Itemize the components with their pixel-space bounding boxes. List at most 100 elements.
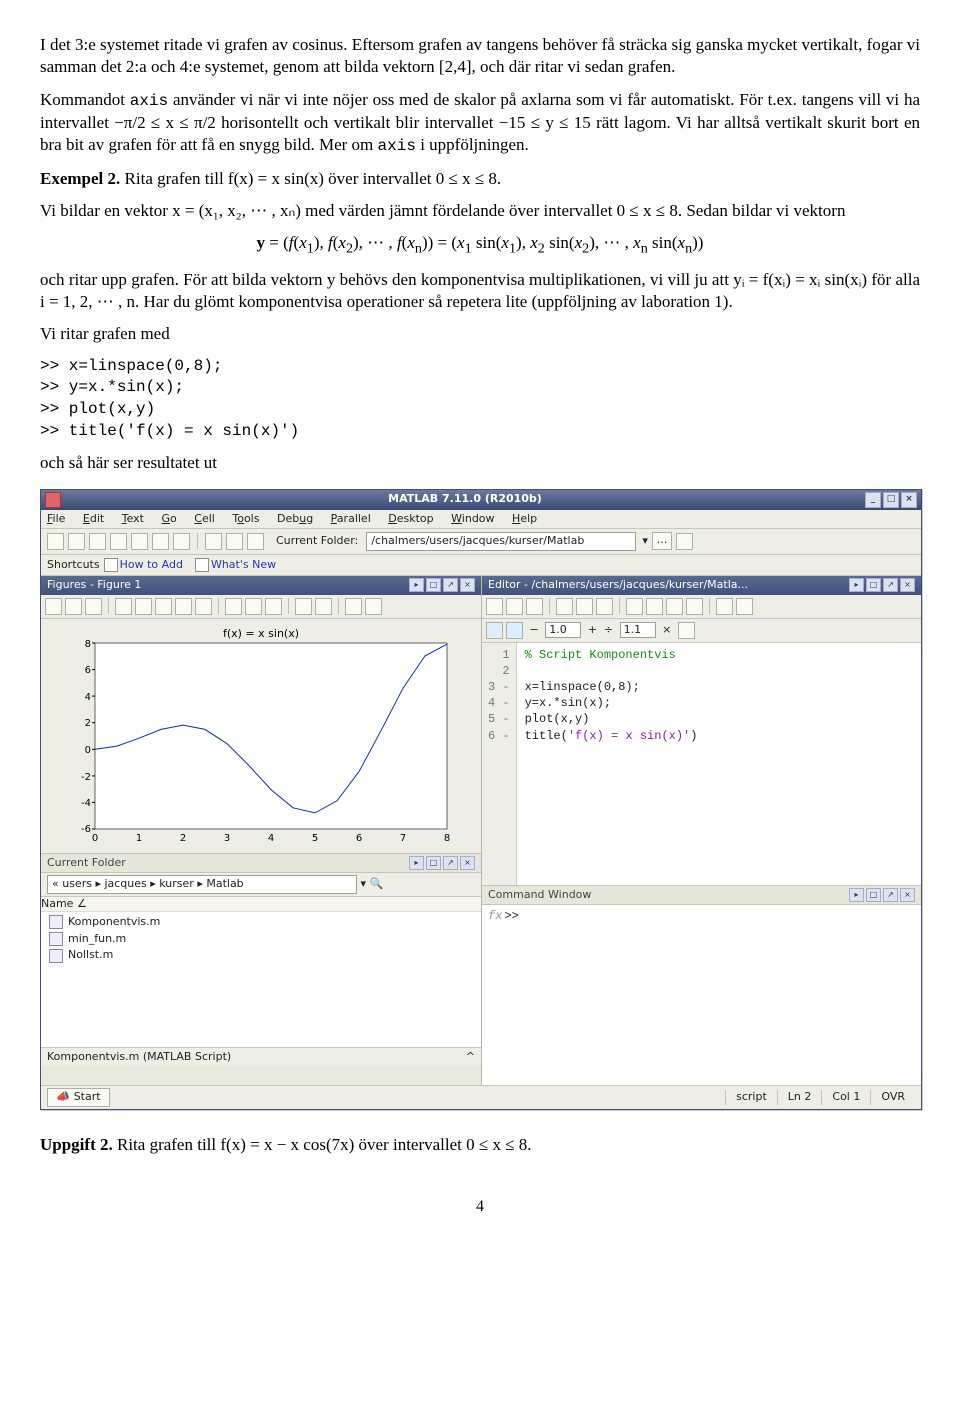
svg-text:6: 6 <box>85 665 91 676</box>
folder-header[interactable]: Name ∠ <box>41 897 481 913</box>
tool-icon[interactable] <box>576 598 593 615</box>
start-button[interactable]: 📣 Start <box>47 1088 110 1107</box>
tool-icon[interactable] <box>486 598 503 615</box>
panel-btn[interactable]: □ <box>426 578 441 592</box>
pointer-icon[interactable] <box>115 598 132 615</box>
shortcut-how-to-add[interactable]: How to Add <box>104 558 183 573</box>
tool-icon[interactable] <box>506 598 523 615</box>
svg-text:-4: -4 <box>81 798 91 809</box>
panel-btn[interactable]: ▸ <box>849 578 864 592</box>
menu-window[interactable]: Window <box>451 512 494 525</box>
panel-btn[interactable]: × <box>460 578 475 592</box>
zoom-out-icon[interactable] <box>155 598 172 615</box>
undo-icon[interactable] <box>152 533 169 550</box>
menu-debug[interactable]: Debug <box>277 512 313 525</box>
panel-btn[interactable]: ↗ <box>883 888 898 902</box>
legend-icon[interactable] <box>315 598 332 615</box>
fx-icon[interactable]: fx <box>488 909 502 923</box>
redo-icon[interactable] <box>173 533 190 550</box>
tool-icon[interactable] <box>526 598 543 615</box>
uppgift-label: Uppgift 2. <box>40 1135 113 1154</box>
menu-cell[interactable]: Cell <box>194 512 215 525</box>
editor-area[interactable]: 1 2 3 - 4 - 5 - 6 - % Script Komponentvi… <box>482 643 921 885</box>
file-row[interactable]: min_fun.m <box>41 931 481 948</box>
tool-icon[interactable] <box>556 598 573 615</box>
menu-desktop[interactable]: Desktop <box>388 512 433 525</box>
tool-icon[interactable] <box>226 533 243 550</box>
tool-icon[interactable] <box>205 533 222 550</box>
panel-btn[interactable]: ▸ <box>409 856 424 870</box>
copy-icon[interactable] <box>110 533 127 550</box>
pan-icon[interactable] <box>175 598 192 615</box>
tool-icon[interactable] <box>646 598 663 615</box>
datatip-icon[interactable] <box>225 598 242 615</box>
menu-go[interactable]: Go <box>162 512 177 525</box>
browse-button[interactable]: ... <box>652 532 673 550</box>
toggle-icon[interactable] <box>365 598 382 615</box>
save-icon[interactable] <box>65 598 82 615</box>
link-icon[interactable] <box>265 598 282 615</box>
panel-btn[interactable]: ↗ <box>883 578 898 592</box>
run-icon[interactable] <box>596 598 613 615</box>
panel-btn[interactable]: ↗ <box>443 578 458 592</box>
zoom-in-icon[interactable] <box>135 598 152 615</box>
close-button[interactable]: × <box>901 492 917 508</box>
menu-file[interactable]: File <box>47 512 65 525</box>
tool-icon[interactable] <box>686 598 703 615</box>
tool-icon[interactable] <box>678 622 695 639</box>
folder-breadcrumb[interactable]: « users ▸ jacques ▸ kurser ▸ Matlab <box>47 875 357 894</box>
panel-btn[interactable]: ▸ <box>409 578 424 592</box>
menu-text[interactable]: Text <box>122 512 144 525</box>
paragraph-2: Kommandot axis använder vi när vi inte n… <box>40 89 920 158</box>
file-row[interactable]: Komponentvis.m <box>41 914 481 931</box>
tool-icon[interactable] <box>666 598 683 615</box>
paste-icon[interactable] <box>131 533 148 550</box>
panel-btn[interactable]: × <box>900 888 915 902</box>
menu-parallel[interactable]: Parallel <box>331 512 371 525</box>
colorbar-icon[interactable] <box>295 598 312 615</box>
panel-btn[interactable]: ↗ <box>443 856 458 870</box>
toggle-icon[interactable] <box>345 598 362 615</box>
menu-tools[interactable]: Tools <box>232 512 259 525</box>
command-prompt: >> <box>504 909 518 923</box>
page-number: 4 <box>40 1196 920 1217</box>
plot-svg: f(x) = x sin(x) 8 6 4 2 0 -2 <box>61 625 461 849</box>
editor-code[interactable]: % Script Komponentvis x=linspace(0,8); y… <box>517 643 706 885</box>
panel-btn[interactable]: □ <box>866 578 881 592</box>
current-folder-input[interactable]: /chalmers/users/jacques/kurser/Matlab <box>366 532 636 551</box>
maximize-button[interactable]: □ <box>883 492 899 508</box>
minimize-button[interactable]: _ <box>865 492 881 508</box>
menu-help[interactable]: Help <box>512 512 537 525</box>
file-row[interactable]: Nollst.m <box>41 947 481 964</box>
tool-icon[interactable] <box>626 598 643 615</box>
folder-up-icon[interactable] <box>676 533 693 550</box>
tool-icon[interactable] <box>45 598 62 615</box>
panel-btn[interactable]: × <box>460 856 475 870</box>
print-icon[interactable] <box>85 598 102 615</box>
svg-text:4: 4 <box>268 833 274 844</box>
matlab-window: MATLAB 7.11.0 (R2010b) _ □ × File Edit T… <box>40 489 922 1110</box>
status-line: Ln 2 <box>777 1090 822 1105</box>
menubar[interactable]: File Edit Text Go Cell Tools Debug Paral… <box>41 510 921 530</box>
cell-next-icon[interactable] <box>506 622 523 639</box>
increment-input-2[interactable]: 1.1 <box>620 622 656 639</box>
increment-input-1[interactable]: 1.0 <box>545 622 581 639</box>
rotate-icon[interactable] <box>195 598 212 615</box>
cut-icon[interactable] <box>89 533 106 550</box>
panel-btn[interactable]: × <box>900 578 915 592</box>
name-column-header[interactable]: Name ∠ <box>41 897 87 910</box>
cell-prev-icon[interactable] <box>486 622 503 639</box>
shortcut-whats-new[interactable]: What's New <box>195 558 276 573</box>
menu-edit[interactable]: Edit <box>83 512 104 525</box>
brush-icon[interactable] <box>245 598 262 615</box>
panel-btn[interactable]: □ <box>866 888 881 902</box>
panel-btn[interactable]: ▸ <box>849 888 864 902</box>
open-icon[interactable] <box>68 533 85 550</box>
panel-btn[interactable]: □ <box>426 856 441 870</box>
help-icon[interactable] <box>247 533 264 550</box>
tool-icon[interactable] <box>736 598 753 615</box>
mfile-icon <box>49 915 63 929</box>
new-icon[interactable] <box>47 533 64 550</box>
tool-icon[interactable] <box>716 598 733 615</box>
command-window[interactable]: fx>> <box>482 905 921 1085</box>
